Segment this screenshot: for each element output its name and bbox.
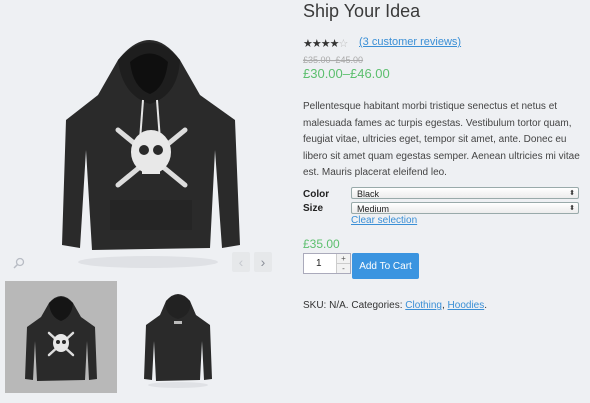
quantity-decrease-button[interactable]: - [337,264,350,273]
star-filled-icon: ★ [329,38,340,50]
star-rating: ★★★★☆ [303,37,349,50]
product-title: Ship Your Idea [303,1,421,21]
original-price-range: £35.00–£45.00 [303,55,364,65]
sale-price-range: £30.00–£46.00 [303,66,390,81]
category-link-hoodies[interactable]: Hoodies [448,300,485,311]
star-filled-icon: ★ [303,38,313,50]
select-arrows-icon: ⬍ [569,205,575,212]
customer-reviews-link[interactable]: (3 customer reviews) [359,36,461,48]
size-select[interactable]: Medium ⬍ [351,202,579,214]
product-main-image[interactable] [0,0,285,276]
color-select-value: Black [357,189,380,199]
quantity-increase-button[interactable]: + [337,254,350,264]
product-meta: SKU: N/A. Categories: Clothing, Hoodies. [303,300,487,311]
add-to-cart-button[interactable]: Add To Cart [352,253,419,279]
star-empty-icon: ☆ [338,38,349,50]
variation-price: £35.00 [303,237,340,251]
star-filled-icon: ★ [320,38,331,50]
meta-end: . [484,300,488,311]
sku-text: SKU: N/A. Categories: [303,300,406,311]
gallery-thumbnail-front[interactable] [5,281,117,393]
star-filled-icon: ★ [311,38,322,50]
category-link-clothing[interactable]: Clothing [405,300,442,311]
quantity-spinner[interactable]: + - [336,254,350,273]
color-select[interactable]: Black ⬍ [351,187,579,199]
gallery-next-button[interactable]: › [254,252,272,272]
magnify-icon[interactable] [12,256,26,270]
gallery-thumbnail-back[interactable] [122,281,234,393]
color-label: Color [303,189,330,200]
gallery-prev-button[interactable]: ‹ [232,252,250,272]
clear-selection-link[interactable]: Clear selection [351,215,417,226]
size-select-value: Medium [357,204,390,214]
product-description: Pellentesque habitant morbi tristique se… [303,101,580,178]
quantity-input[interactable]: 1 [316,258,322,269]
select-arrows-icon: ⬍ [569,190,575,197]
quantity-stepper[interactable]: 1 + - [303,253,351,274]
size-label: Size [303,203,324,214]
product-gallery: ‹ › [0,0,285,403]
